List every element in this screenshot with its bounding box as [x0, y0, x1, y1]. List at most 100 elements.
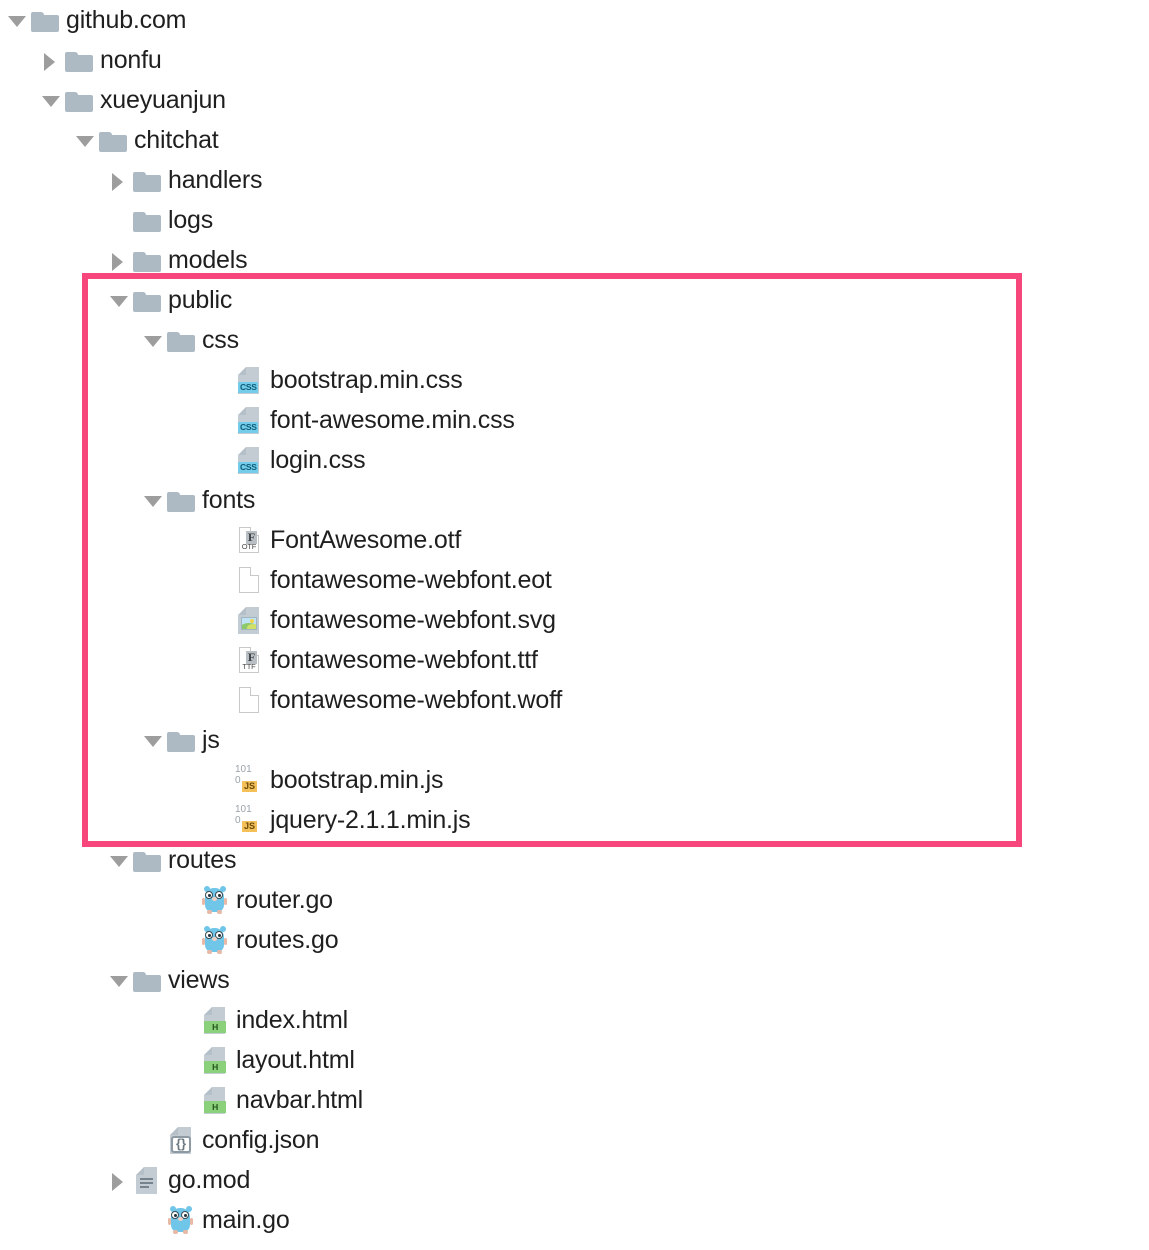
folder-icon — [98, 128, 128, 152]
tree-item-label: js — [202, 726, 220, 754]
chevron-down-icon[interactable] — [140, 720, 166, 760]
tree-row[interactable]: js — [0, 720, 1149, 760]
svg-image-file-icon — [234, 605, 264, 635]
tree-row[interactable]: fontawesome-webfont.svg — [0, 600, 1149, 640]
tree-row[interactable]: nonfu — [0, 40, 1149, 80]
json-file-icon: {} — [166, 1125, 196, 1155]
folder-icon — [132, 248, 162, 272]
tree-item-label: go.mod — [168, 1166, 251, 1194]
tree-item-label: handlers — [168, 166, 263, 194]
tree-item-label: chitchat — [134, 126, 219, 154]
tree-row[interactable]: Hnavbar.html — [0, 1080, 1149, 1120]
tree-row[interactable]: chitchat — [0, 120, 1149, 160]
tree-item-label: fontawesome-webfont.woff — [270, 686, 563, 714]
tree-item-label: logs — [168, 206, 214, 234]
tree-item-label: main.go — [202, 1206, 290, 1234]
tree-item-label: fontawesome-webfont.ttf — [270, 646, 538, 674]
tree-item-label: bootstrap.min.css — [270, 366, 463, 394]
tree-item-label: public — [168, 286, 233, 314]
tree-row[interactable]: logs — [0, 200, 1149, 240]
tree-item-label: bootstrap.min.js — [270, 766, 444, 794]
folder-icon — [132, 968, 162, 992]
tree-item-label: router.go — [236, 886, 333, 914]
tree-item-label: fontawesome-webfont.eot — [270, 566, 552, 594]
tree-item-label: models — [168, 246, 248, 274]
tree-row[interactable]: routes — [0, 840, 1149, 880]
folder-icon — [166, 728, 196, 752]
folder-icon — [64, 48, 94, 72]
chevron-down-icon[interactable] — [4, 0, 30, 40]
tree-item-label: font-awesome.min.css — [270, 406, 515, 434]
tree-row[interactable]: CSS login.css — [0, 440, 1149, 480]
tree-row[interactable]: CSS bootstrap.min.css — [0, 360, 1149, 400]
folder-icon — [166, 328, 196, 352]
tree-row[interactable]: fonts — [0, 480, 1149, 520]
text-file-icon — [132, 1165, 162, 1195]
folder-icon — [30, 8, 60, 32]
chevron-down-icon[interactable] — [106, 960, 132, 1000]
tree-row[interactable]: F OTF FontAwesome.otf — [0, 520, 1149, 560]
folder-icon — [64, 88, 94, 112]
chevron-right-icon[interactable] — [106, 1160, 132, 1200]
tree-row[interactable]: F TTF fontawesome-webfont.ttf — [0, 640, 1149, 680]
tree-row[interactable]: handlers — [0, 160, 1149, 200]
tree-item-label: github.com — [66, 6, 187, 34]
tree-row[interactable]: xueyuanjun — [0, 80, 1149, 120]
chevron-down-icon[interactable] — [140, 320, 166, 360]
go-gopher-file-icon — [200, 885, 230, 915]
tree-row[interactable]: Hindex.html — [0, 1000, 1149, 1040]
go-gopher-file-icon — [200, 925, 230, 955]
tree-row[interactable]: {} config.json — [0, 1120, 1149, 1160]
css-file-icon: CSS — [234, 445, 264, 475]
folder-icon — [132, 208, 162, 232]
chevron-right-icon[interactable] — [106, 240, 132, 280]
tree-row[interactable]: views — [0, 960, 1149, 1000]
tree-item-label: config.json — [202, 1126, 320, 1154]
tree-row[interactable]: router.go — [0, 880, 1149, 920]
tree-row[interactable]: routes.go — [0, 920, 1149, 960]
folder-icon — [132, 168, 162, 192]
chevron-down-icon[interactable] — [106, 280, 132, 320]
tree-item-label: xueyuanjun — [100, 86, 226, 114]
tree-row[interactable]: public — [0, 280, 1149, 320]
tree-row[interactable]: fontawesome-webfont.woff — [0, 680, 1149, 720]
tree-item-label: FontAwesome.otf — [270, 526, 462, 554]
chevron-down-icon[interactable] — [106, 840, 132, 880]
chevron-down-icon[interactable] — [72, 120, 98, 160]
tree-row[interactable]: github.com — [0, 0, 1149, 40]
js-file-icon: 101 0 JS — [235, 804, 258, 832]
tree-row[interactable]: Hlayout.html — [0, 1040, 1149, 1080]
chevron-right-icon[interactable] — [106, 160, 132, 200]
tree-row[interactable]: CSS font-awesome.min.css — [0, 400, 1149, 440]
chevron-right-icon[interactable] — [38, 40, 64, 80]
tree-row[interactable]: css — [0, 320, 1149, 360]
tree-item-label: layout.html — [236, 1046, 355, 1074]
js-file-icon: 101 0 JS — [235, 764, 258, 792]
tree-row[interactable]: models — [0, 240, 1149, 280]
html-file-icon: H — [200, 1085, 230, 1115]
tree-row[interactable]: main.go — [0, 1200, 1149, 1240]
tree-row[interactable]: 101 0 JS bootstrap.min.js — [0, 760, 1149, 800]
tree-item-label: routes — [168, 846, 237, 874]
blank-file-icon — [234, 565, 264, 595]
tree-row[interactable]: go.mod — [0, 1160, 1149, 1200]
tree-item-label: index.html — [236, 1006, 348, 1034]
chevron-down-icon[interactable] — [140, 480, 166, 520]
folder-icon — [132, 848, 162, 872]
tree-item-label: views — [168, 966, 230, 994]
tree-item-label: fontawesome-webfont.svg — [270, 606, 556, 634]
tree-row[interactable]: fontawesome-webfont.eot — [0, 560, 1149, 600]
chevron-down-icon[interactable] — [38, 80, 64, 120]
go-gopher-file-icon — [166, 1205, 196, 1235]
tree-row[interactable]: 101 0 JS jquery-2.1.1.min.js — [0, 800, 1149, 840]
